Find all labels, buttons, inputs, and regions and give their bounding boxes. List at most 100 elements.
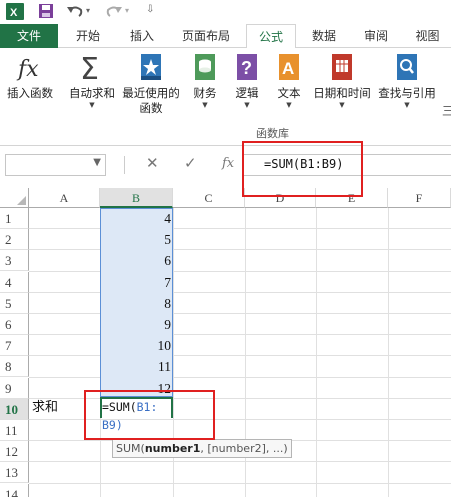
tab-insert[interactable]: 插入: [116, 24, 168, 48]
logical-button[interactable]: ? 逻辑 ▼: [230, 52, 264, 110]
name-box[interactable]: ▼: [5, 154, 106, 176]
undo-icon[interactable]: [66, 3, 84, 22]
question-book-icon: ?: [232, 52, 262, 82]
row-header-4[interactable]: 4: [0, 271, 29, 293]
row-header-12[interactable]: 12: [0, 441, 29, 463]
tab-data[interactable]: 数据: [300, 24, 348, 48]
chevron-down-icon: ▼: [244, 101, 250, 109]
cell-b4[interactable]: 7: [101, 272, 171, 293]
column-header-f[interactable]: F: [388, 188, 451, 208]
recently-used-label: 最近使用的: [122, 86, 180, 100]
undo-dropdown-icon[interactable]: ▾: [86, 6, 90, 15]
cell-b3[interactable]: 6: [101, 250, 171, 271]
redo-icon[interactable]: [105, 3, 123, 22]
autosum-label: 自动求和: [69, 86, 115, 100]
fx-icon[interactable]: fx: [222, 156, 234, 171]
cell-b6[interactable]: 9: [101, 314, 171, 335]
cell-b5[interactable]: 8: [101, 293, 171, 314]
cell-b2[interactable]: 5: [101, 229, 171, 250]
svg-text:A: A: [282, 59, 294, 78]
annotation-box-cell: [84, 390, 215, 440]
tab-review[interactable]: 审阅: [352, 24, 400, 48]
column-header-b[interactable]: B: [100, 188, 173, 208]
calendar-book-icon: [327, 52, 357, 82]
row-header-1[interactable]: 1: [0, 208, 29, 229]
select-all-corner[interactable]: [0, 188, 29, 208]
tooltip-rest: , [number2], ...): [200, 442, 288, 455]
column-header-a[interactable]: A: [29, 188, 100, 208]
cell-b7[interactable]: 10: [101, 335, 172, 356]
text-button[interactable]: A 文本 ▼: [272, 52, 306, 110]
tab-formulas[interactable]: 公式: [246, 24, 296, 49]
star-book-icon: [136, 52, 166, 82]
annotation-box-formula: [242, 141, 363, 197]
financial-label: 财务: [193, 86, 217, 100]
column-header-c[interactable]: C: [173, 188, 245, 208]
tab-home[interactable]: 开始: [62, 24, 114, 48]
row-header-5[interactable]: 5: [0, 292, 29, 314]
lookup-reference-button[interactable]: 查找与引用 ▼: [376, 52, 438, 110]
row-header-6[interactable]: 6: [0, 314, 29, 335]
fx-icon: fx: [15, 52, 45, 82]
date-time-label: 日期和时间: [313, 86, 371, 100]
date-time-button[interactable]: 日期和时间 ▼: [310, 52, 374, 110]
tab-view[interactable]: 视图: [404, 24, 451, 48]
function-tooltip: SUM(number1, [number2], ...): [112, 439, 292, 458]
save-icon[interactable]: [38, 3, 54, 22]
svg-text:?: ?: [241, 58, 252, 78]
gridline: [29, 334, 451, 336]
text-book-icon: A: [274, 52, 304, 82]
chevron-down-icon[interactable]: ▼: [93, 157, 101, 168]
lookup-reference-label: 查找与引用: [378, 86, 436, 100]
cell-b8[interactable]: 11: [101, 356, 171, 377]
row-header-3[interactable]: 3: [0, 250, 29, 272]
tab-page-layout[interactable]: 页面布局: [170, 24, 242, 48]
gridline: [29, 313, 451, 314]
function-library-group: 函数库: [0, 125, 451, 143]
excel-window: X ▾ ▾ ⇩ 文件 开始 插入 页面布局 公式 数据 审阅 视图 fx 插入函…: [0, 0, 451, 497]
svg-text:X: X: [10, 7, 18, 19]
financial-button[interactable]: 财务 ▼: [188, 52, 222, 110]
chevron-down-icon: ▼: [339, 101, 345, 109]
chevron-down-icon: ▼: [286, 101, 292, 109]
chevron-down-icon: ▼: [202, 101, 208, 109]
gridline: [29, 376, 451, 378]
tooltip-arg1[interactable]: number1: [145, 442, 201, 455]
gridline: [29, 228, 451, 230]
recently-used-label2: 函数: [139, 101, 163, 115]
svg-text:fx: fx: [16, 57, 39, 82]
tooltip-func: SUM(: [116, 442, 145, 455]
row-header-11[interactable]: 11: [0, 420, 29, 441]
row-header-9[interactable]: 9: [0, 377, 29, 399]
recently-used-button[interactable]: 最近使用的 函数: [120, 52, 182, 116]
gridline: [29, 270, 451, 272]
customize-qat-icon[interactable]: ⇩: [146, 4, 154, 15]
tab-file[interactable]: 文件: [0, 24, 58, 48]
gridline: [29, 291, 451, 293]
redo-dropdown-icon[interactable]: ▾: [125, 6, 129, 15]
text-label: 文本: [277, 86, 301, 100]
autosum-button[interactable]: Σ 自动求和 ▼: [66, 52, 118, 110]
row-header-2[interactable]: 2: [0, 229, 29, 251]
cell-a10[interactable]: 求和: [32, 396, 58, 415]
row-header-8[interactable]: 8: [0, 356, 29, 378]
cancel-icon[interactable]: ✕: [146, 154, 159, 172]
chevron-down-icon: ▼: [404, 101, 410, 109]
coins-book-icon: [190, 52, 220, 82]
gridline: [29, 355, 451, 357]
row-header-7[interactable]: 7: [0, 335, 29, 357]
more-icon[interactable]: 三: [442, 102, 451, 118]
cell-b1[interactable]: 4: [101, 208, 171, 229]
gridline: [388, 208, 389, 497]
gridline: [29, 482, 451, 484]
gridline: [29, 249, 451, 251]
row-header-14[interactable]: 14: [0, 483, 29, 497]
ribbon-tabs: 文件 开始 插入 页面布局 公式 数据 审阅 视图: [0, 24, 451, 49]
row-header-13[interactable]: 13: [0, 462, 29, 484]
enter-icon[interactable]: ✓: [184, 154, 197, 172]
formula-separator: [124, 156, 125, 174]
formula-bar: ▼ ✕ ✓ fx: [0, 146, 451, 188]
insert-function-button[interactable]: fx 插入函数: [4, 52, 56, 101]
row-header-10[interactable]: 10: [0, 398, 29, 420]
search-book-icon: [392, 52, 422, 82]
